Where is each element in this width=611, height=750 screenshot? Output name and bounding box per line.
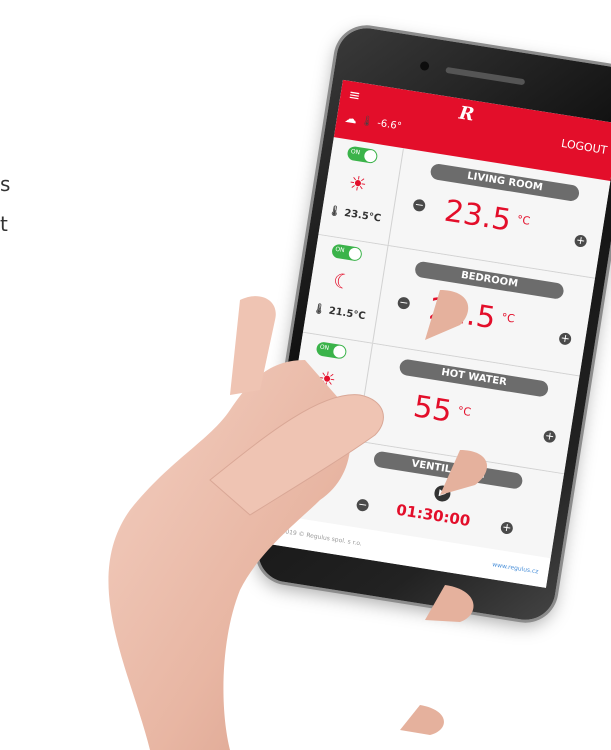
current-temp: 🌡 bbox=[296, 401, 310, 414]
increase-button[interactable]: + bbox=[542, 429, 557, 444]
set-temp-value: 21.5 bbox=[426, 291, 498, 337]
set-temp: 55 °C bbox=[411, 389, 473, 433]
toggle-label: ON bbox=[334, 245, 345, 255]
increase-button[interactable]: + bbox=[499, 520, 514, 535]
hamburger-icon[interactable]: ≡ bbox=[347, 87, 361, 105]
set-temp-unit: °C bbox=[456, 403, 472, 419]
zone-toggle[interactable]: ON bbox=[315, 341, 348, 360]
ventilation-timer: 01:30:00 bbox=[394, 500, 472, 531]
phone-device: ≡ R LOGOUT ☁ 🌡 -6.6° ON ☀ 🌡 23.5°C LIVIN… bbox=[254, 23, 611, 625]
zone-toggle[interactable]: ON bbox=[331, 243, 363, 262]
decrease-button[interactable]: − bbox=[355, 498, 370, 513]
thermometer-icon: 🌡 bbox=[327, 205, 342, 219]
footer-link[interactable]: www.regulus.cz bbox=[492, 561, 539, 575]
current-temp-value: 21.5 bbox=[327, 305, 355, 321]
moon-icon: ☾ bbox=[331, 268, 354, 295]
zone-toggle[interactable]: ON bbox=[346, 145, 379, 165]
logo: R bbox=[457, 102, 476, 126]
side-text-2: t bbox=[0, 212, 8, 236]
logout-button[interactable]: LOGOUT bbox=[560, 137, 608, 157]
set-temp-unit: °C bbox=[500, 310, 516, 326]
set-temp-unit: °C bbox=[516, 212, 532, 228]
thermometer-icon: 🌡 bbox=[296, 400, 311, 414]
set-temp: 21.5 °C bbox=[426, 291, 516, 339]
set-temp: 23.5 °C bbox=[442, 194, 532, 242]
increase-button[interactable]: + bbox=[573, 233, 588, 248]
cloud-sun-icon: ☁ bbox=[343, 110, 358, 127]
toggle-label: ON bbox=[319, 343, 330, 352]
current-temp: 🌡 23.5°C bbox=[327, 205, 381, 224]
thermometer-icon: 🌡 bbox=[359, 114, 375, 128]
sun-icon: ☀ bbox=[347, 170, 369, 197]
weather-indicator: ☁ 🌡 -6.6° bbox=[344, 111, 403, 134]
current-temp-unit: °C bbox=[352, 309, 367, 323]
toggle-label: ON bbox=[350, 148, 361, 157]
footer-copyright: 2019 © Regulus spol. s r.o. bbox=[280, 527, 363, 548]
current-temp-value: 23.5 bbox=[343, 207, 370, 223]
weather-temp: -6.6° bbox=[376, 117, 403, 133]
increase-button[interactable]: + bbox=[558, 331, 573, 346]
set-temp-value: 55 bbox=[410, 389, 455, 430]
thermometer-icon: 🌡 bbox=[311, 303, 327, 316]
side-text-1: s bbox=[0, 172, 11, 196]
play-icon[interactable]: ▶ bbox=[433, 484, 452, 503]
decrease-button[interactable]: − bbox=[396, 295, 411, 310]
current-temp-unit: °C bbox=[367, 211, 382, 225]
decrease-button[interactable]: − bbox=[412, 198, 427, 213]
set-temp-value: 23.5 bbox=[441, 193, 514, 239]
current-temp: 🌡 21.5°C bbox=[312, 303, 366, 322]
sun-icon: ☀ bbox=[316, 365, 338, 393]
